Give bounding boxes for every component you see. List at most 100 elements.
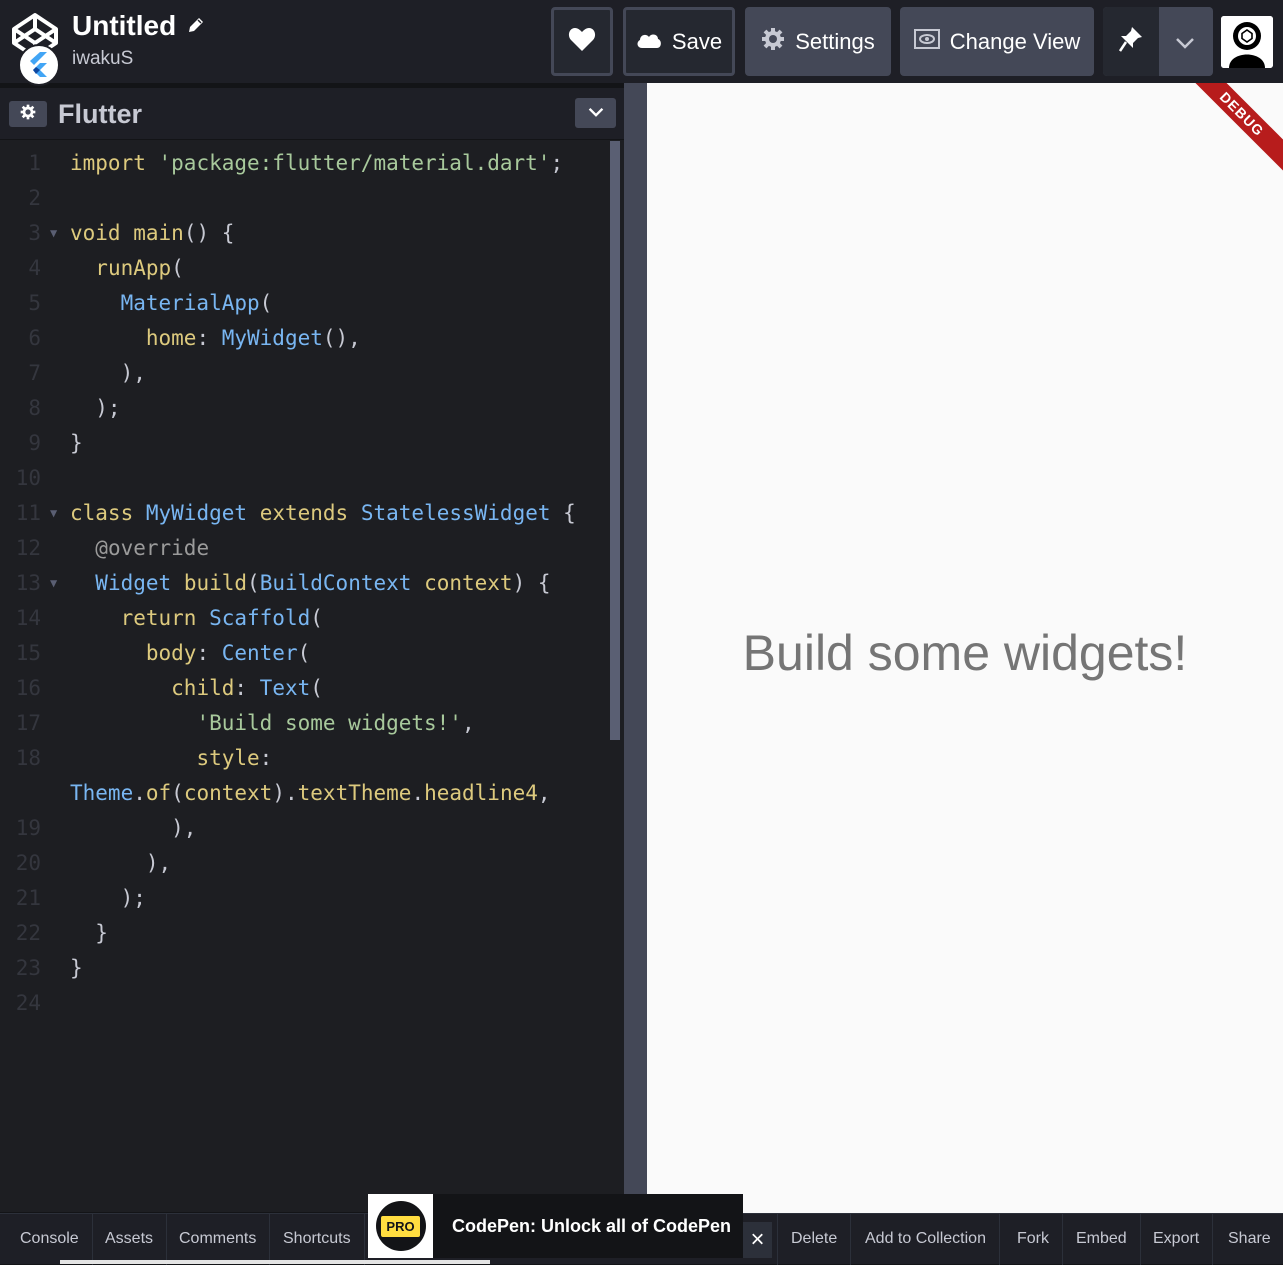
shortcuts-button[interactable]: Shortcuts <box>270 1214 365 1265</box>
change-view-label: Change View <box>949 28 1081 54</box>
code-line: 17 'Build some widgets!', <box>0 706 610 741</box>
close-icon[interactable]: × <box>743 1222 772 1258</box>
line-number: 6 <box>28 326 41 350</box>
code-text: ), <box>70 361 146 385</box>
code-text: child: Text( <box>171 676 323 700</box>
line-number: 14 <box>15 606 41 630</box>
code-text: body: Center( <box>145 641 311 665</box>
user-avatar-icon[interactable] <box>1221 16 1273 68</box>
code-text: Theme.of(context).textTheme.headline4, <box>70 781 551 805</box>
pin-menu-button[interactable] <box>1159 7 1210 76</box>
header-bar: Untitled iwakuS Save Settings Change Vie… <box>0 0 1283 86</box>
console-button[interactable]: Console <box>0 1214 93 1265</box>
heart-button[interactable] <box>551 7 613 76</box>
code-text: home: MyWidget(), <box>145 326 361 350</box>
gear-icon <box>761 27 785 57</box>
pin-button[interactable] <box>1103 7 1159 76</box>
comments-button[interactable]: Comments <box>166 1214 271 1265</box>
code-line: 21 ); <box>0 881 610 916</box>
code-line: 22 } <box>0 916 610 951</box>
add-to-collection-button[interactable]: Add to Collection <box>852 1214 1000 1265</box>
code-line: 16 child: Text( <box>0 671 610 706</box>
embed-button[interactable]: Embed <box>1063 1214 1141 1265</box>
code-text: @override <box>95 536 210 560</box>
code-line: 11 ▼ class MyWidget extends StatelessWidge… <box>0 496 610 531</box>
heart-icon <box>568 26 596 58</box>
delete-button[interactable]: Delete <box>777 1214 852 1265</box>
code-line: Theme.of(context).textTheme.headline4, <box>0 776 610 811</box>
line-number: 24 <box>15 991 41 1015</box>
line-number: 7 <box>28 361 41 385</box>
line-number: 3 <box>28 221 41 245</box>
chevron-down-icon <box>588 104 604 122</box>
pen-title[interactable]: Untitled <box>72 8 206 44</box>
code-text: void main() { <box>70 221 235 245</box>
code-line: 19 ), <box>0 811 610 846</box>
resize-gutter[interactable] <box>624 83 647 1213</box>
pen-author[interactable]: iwakuS <box>72 48 133 70</box>
change-view-button[interactable]: Change View <box>900 7 1094 76</box>
line-number: 15 <box>15 641 41 665</box>
code-text: Widget build(BuildContext context) { <box>95 571 551 595</box>
line-number: 16 <box>15 676 41 700</box>
code-line: 1 import 'package:flutter/material.dart'; <box>0 146 610 181</box>
editor-scrollbar[interactable] <box>610 141 620 740</box>
preview-text: Build some widgets! <box>742 625 1188 681</box>
code-line: 9} <box>0 426 610 461</box>
code-line: 4 runApp( <box>0 251 610 286</box>
fork-button[interactable]: Fork <box>1004 1214 1063 1265</box>
code-text: ); <box>70 396 121 420</box>
preview-pane: DEBUG Build some widgets! <box>647 83 1283 1213</box>
pro-message[interactable]: CodePen: Unlock all of CodePen <box>452 1216 731 1237</box>
code-text: } <box>70 921 108 945</box>
code-text: runApp( <box>95 256 184 280</box>
code-text: MaterialApp( <box>120 291 273 315</box>
line-number: 19 <box>15 816 41 840</box>
line-number: 11 <box>15 501 41 525</box>
eye-icon <box>913 28 940 55</box>
pin-button-group <box>1103 7 1213 76</box>
line-number: 1 <box>28 151 41 175</box>
code-line: 20 ), <box>0 846 610 881</box>
code-line: 14 return Scaffold( <box>0 601 610 636</box>
line-number: 22 <box>15 921 41 945</box>
fold-arrow-icon[interactable]: ▼ <box>50 496 57 531</box>
fold-arrow-icon[interactable]: ▼ <box>50 566 57 601</box>
code-line: 24 <box>0 986 610 1021</box>
editor-title: Flutter <box>58 99 142 129</box>
line-number: 8 <box>28 396 41 420</box>
editor-collapse-button[interactable] <box>575 98 616 128</box>
pen-title-text[interactable]: Untitled <box>72 8 176 44</box>
line-number: 20 <box>15 851 41 875</box>
code-line: 7 ), <box>0 356 610 391</box>
pro-promo-banner[interactable]: PRO CodePen: Unlock all of CodePen <box>368 1194 743 1258</box>
assets-button[interactable]: Assets <box>92 1214 168 1265</box>
code-area[interactable]: 1 import 'package:flutter/material.dart';… <box>0 141 624 1212</box>
editor-settings-button[interactable] <box>9 101 47 127</box>
line-number: 10 <box>15 466 41 490</box>
code-line: 8 ); <box>0 391 610 426</box>
code-line: 5 MaterialApp( <box>0 286 610 321</box>
flutter-logo-icon <box>18 44 60 86</box>
code-text: } <box>70 956 83 980</box>
line-number: 13 <box>15 571 41 595</box>
code-line: 13 ▼ Widget build(BuildContext context) { <box>0 566 610 601</box>
chevron-down-icon <box>1175 29 1195 55</box>
fold-arrow-icon[interactable]: ▼ <box>50 216 57 251</box>
save-button[interactable]: Save <box>623 7 735 76</box>
footer-progress-strip <box>60 1260 490 1264</box>
export-button[interactable]: Export <box>1140 1214 1214 1265</box>
share-button[interactable]: Share <box>1215 1214 1283 1265</box>
line-number: 17 <box>15 711 41 735</box>
line-number: 18 <box>15 746 41 770</box>
pin-icon <box>1118 26 1143 58</box>
code-text: return Scaffold( <box>120 606 323 630</box>
code-text: ); <box>70 886 146 910</box>
code-text: } <box>70 431 83 455</box>
line-number: 5 <box>28 291 41 315</box>
settings-button[interactable]: Settings <box>745 7 891 76</box>
code-line: 15 body: Center( <box>0 636 610 671</box>
pro-label: PRO <box>379 1213 422 1239</box>
pencil-icon[interactable] <box>186 8 206 44</box>
code-line: 10 <box>0 461 610 496</box>
